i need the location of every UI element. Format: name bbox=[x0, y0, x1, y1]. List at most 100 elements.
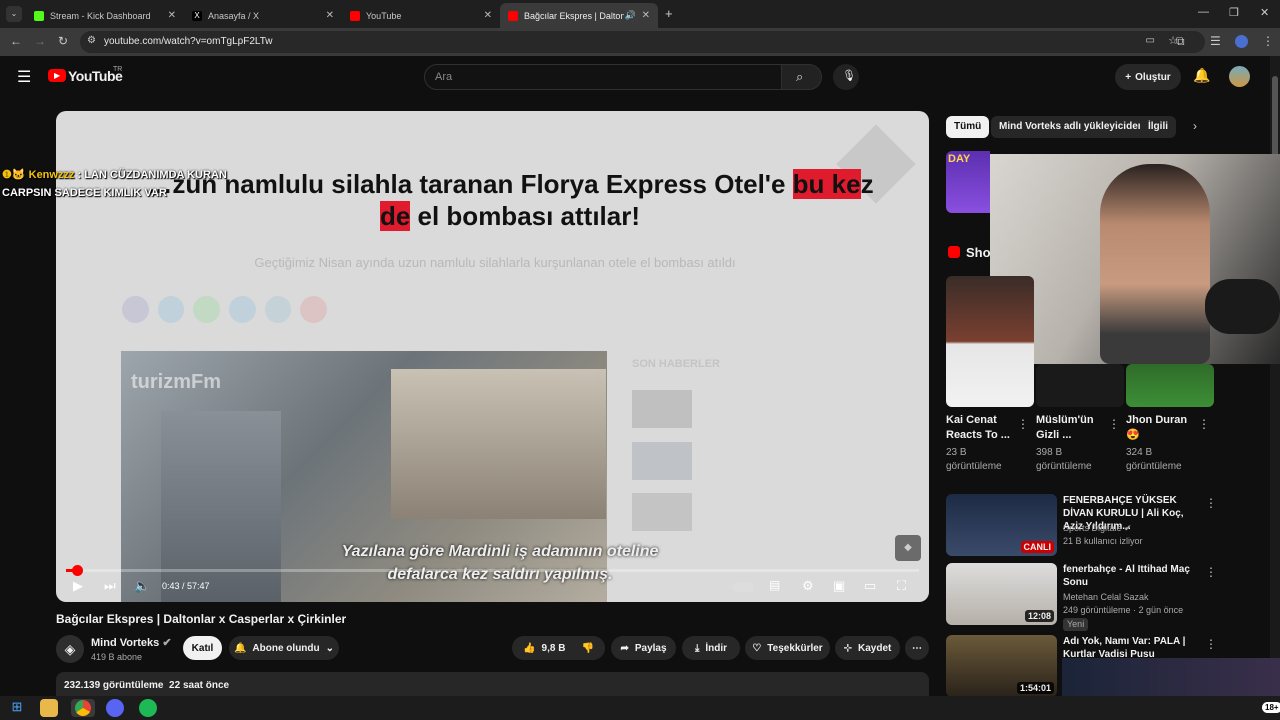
windows-start-icon[interactable]: ⊞ bbox=[8, 699, 26, 717]
cast-icon[interactable]: ▭ bbox=[1146, 35, 1155, 46]
youtube-logo-icon[interactable]: ▶ bbox=[48, 69, 66, 82]
tab-x[interactable]: X Anasayfa / X ✕ bbox=[184, 3, 342, 28]
close-icon[interactable]: ✕ bbox=[484, 10, 492, 21]
share-icons-row bbox=[122, 296, 328, 323]
discord-icon[interactable] bbox=[106, 699, 124, 717]
save-button[interactable]: ⊹ Kaydet bbox=[835, 636, 900, 660]
more-icon: ⋯ bbox=[912, 642, 922, 654]
close-icon[interactable]: ✕ bbox=[642, 10, 650, 21]
time-display: 0:43 / 57:47 bbox=[162, 581, 210, 591]
file-explorer-icon[interactable] bbox=[40, 699, 58, 717]
minimize-icon[interactable]: — bbox=[1198, 6, 1209, 18]
play-icon[interactable]: ▶ bbox=[73, 578, 83, 594]
chip-all[interactable]: Tümü bbox=[946, 116, 990, 138]
short-title[interactable]: Müslüm'ün Gizli ... bbox=[1036, 413, 1094, 443]
theater-mode-icon[interactable]: ▭ bbox=[864, 578, 876, 594]
extensions-icon[interactable]: ⧉ bbox=[1176, 34, 1185, 49]
x-logo-icon: X bbox=[192, 10, 202, 21]
rec-thumb[interactable]: CANLI bbox=[946, 494, 1057, 556]
like-icon[interactable]: 👍 bbox=[523, 643, 535, 654]
more-vert-icon[interactable]: ⋮ bbox=[1017, 417, 1029, 431]
turizmfm-logo: turizmFm bbox=[131, 371, 221, 393]
subtitles-icon[interactable]: ▤ bbox=[769, 578, 780, 592]
short-thumb[interactable] bbox=[1036, 364, 1124, 407]
short-thumb[interactable] bbox=[946, 276, 1034, 407]
volume-icon[interactable]: 🔈 bbox=[134, 578, 150, 594]
thanks-button[interactable]: ♡ Teşekkürler bbox=[745, 636, 830, 660]
reload-icon[interactable]: ↻ bbox=[58, 34, 68, 48]
more-vert-icon[interactable]: ⋮ bbox=[1205, 565, 1217, 579]
download-icon: ⤓ bbox=[694, 642, 700, 654]
search-input[interactable]: Ara bbox=[424, 64, 782, 90]
site-info-icon[interactable]: ⚙ bbox=[87, 35, 96, 46]
verified-icon: ✔ bbox=[162, 637, 172, 649]
chevron-right-icon[interactable]: › bbox=[1193, 119, 1197, 133]
join-button[interactable]: Katıl bbox=[183, 636, 222, 660]
channel-name[interactable]: Mind Vorteks ✔ bbox=[91, 636, 172, 649]
create-button[interactable]: + Oluştur bbox=[1115, 64, 1181, 90]
account-avatar[interactable] bbox=[1229, 66, 1250, 87]
window-close-icon[interactable]: ✕ bbox=[1260, 6, 1269, 19]
reading-list-icon[interactable]: ☰ bbox=[1210, 34, 1221, 48]
rec-thumb[interactable]: 1:54:01 bbox=[946, 635, 1057, 697]
dislike-icon[interactable]: 👎 bbox=[581, 643, 593, 654]
chrome-icon[interactable] bbox=[71, 699, 95, 717]
more-actions-button[interactable]: ⋯ bbox=[905, 636, 929, 660]
like-count[interactable]: 9,8 B bbox=[542, 643, 566, 654]
chip-from-uploader[interactable]: Mind Vorteks adlı yükleyiciden bbox=[991, 116, 1152, 138]
short-views: 324 Bgörüntüleme bbox=[1126, 447, 1182, 472]
chip-related[interactable]: İlgili bbox=[1140, 116, 1176, 138]
spotify-icon[interactable] bbox=[139, 699, 157, 717]
close-icon[interactable]: ✕ bbox=[326, 10, 334, 21]
address-bar[interactable]: ⚙ youtube.com/watch?v=omTgLpF2LTw ▭ ☆ bbox=[80, 31, 1205, 53]
rec-thumb[interactable]: 12:08 bbox=[946, 563, 1057, 625]
browser-menu-icon[interactable]: ⋮ bbox=[1262, 34, 1274, 48]
settings-gear-icon[interactable]: ⚙ bbox=[802, 578, 814, 594]
back-icon[interactable]: ← bbox=[10, 34, 22, 48]
rec-title[interactable]: fenerbahçe - Al Ittihad Maç Sonu bbox=[1063, 563, 1203, 589]
more-vert-icon[interactable]: ⋮ bbox=[1205, 637, 1217, 651]
more-vert-icon[interactable]: ⋮ bbox=[1198, 417, 1210, 431]
restore-icon[interactable]: ❐ bbox=[1229, 6, 1239, 19]
progress-bar[interactable] bbox=[66, 565, 919, 576]
fullscreen-icon[interactable]: ⛶ bbox=[897, 578, 906, 594]
next-icon[interactable]: ⏭ bbox=[104, 578, 116, 594]
rec-channel[interactable]: Sports Digitale ✔ bbox=[1063, 522, 1132, 535]
download-button[interactable]: ⤓ İndir bbox=[682, 636, 740, 660]
video-title: Bağcılar Ekspres | Daltonlar x Casperlar… bbox=[56, 612, 347, 626]
notifications-bell-icon[interactable]: 🔔 bbox=[1193, 67, 1210, 84]
notification-badge[interactable]: 18+ bbox=[1262, 702, 1280, 713]
short-thumb[interactable] bbox=[1126, 364, 1214, 407]
share-button[interactable]: ➦ Paylaş bbox=[611, 636, 676, 660]
more-vert-icon[interactable]: ⋮ bbox=[1108, 417, 1120, 431]
tab-video[interactable]: Bağcılar Ekspres | Daltonlar 🔊 ✕ bbox=[500, 3, 658, 28]
rec-channel[interactable]: Metehan Celal Sazak bbox=[1063, 591, 1149, 604]
video-caption: Yazılana göre Mardinli iş adamının oteli… bbox=[341, 543, 659, 583]
profile-avatar[interactable] bbox=[1235, 35, 1248, 48]
address-bar-row: ← → ↻ ⚙ youtube.com/watch?v=omTgLpF2LTw … bbox=[0, 28, 1280, 56]
close-icon[interactable]: ✕ bbox=[168, 10, 176, 21]
tab-kick[interactable]: Stream - Kick Dashboard ✕ bbox=[26, 3, 184, 28]
short-title[interactable]: Kai Cenat Reacts To ... bbox=[946, 413, 1010, 443]
page-scrollbar[interactable] bbox=[1270, 56, 1280, 696]
channel-watermark-icon[interactable]: ◆ bbox=[895, 535, 921, 561]
short-title[interactable]: Jhon Duran 😍 bbox=[1126, 413, 1187, 443]
news-sidebar-heading: SON HABERLER bbox=[632, 358, 721, 370]
search-button[interactable]: ⌕ bbox=[781, 64, 822, 90]
rec-thumb-partial[interactable]: DAY bbox=[946, 151, 990, 213]
forward-icon[interactable]: → bbox=[34, 34, 46, 48]
menu-icon[interactable]: ☰ bbox=[17, 67, 31, 87]
subscribed-button[interactable]: 🔔 Abone olundu ⌄ bbox=[229, 636, 339, 660]
voice-search-button[interactable]: 🎙 bbox=[833, 64, 859, 90]
progress-scrubber[interactable] bbox=[72, 565, 83, 576]
new-tab-icon[interactable]: + bbox=[665, 6, 673, 21]
miniplayer-icon[interactable]: ▣ bbox=[833, 578, 845, 594]
autoplay-toggle[interactable] bbox=[732, 582, 754, 592]
more-vert-icon[interactable]: ⋮ bbox=[1205, 496, 1217, 510]
tab-search-icon[interactable]: ⌄ bbox=[6, 6, 22, 22]
speaker-icon[interactable]: 🔊 bbox=[625, 10, 636, 21]
kick-icon bbox=[34, 10, 44, 21]
tab-youtube[interactable]: YouTube ✕ bbox=[342, 3, 500, 28]
channel-avatar[interactable]: ◈ bbox=[56, 635, 84, 663]
short-views: 23 Bgörüntüleme bbox=[946, 447, 1002, 472]
